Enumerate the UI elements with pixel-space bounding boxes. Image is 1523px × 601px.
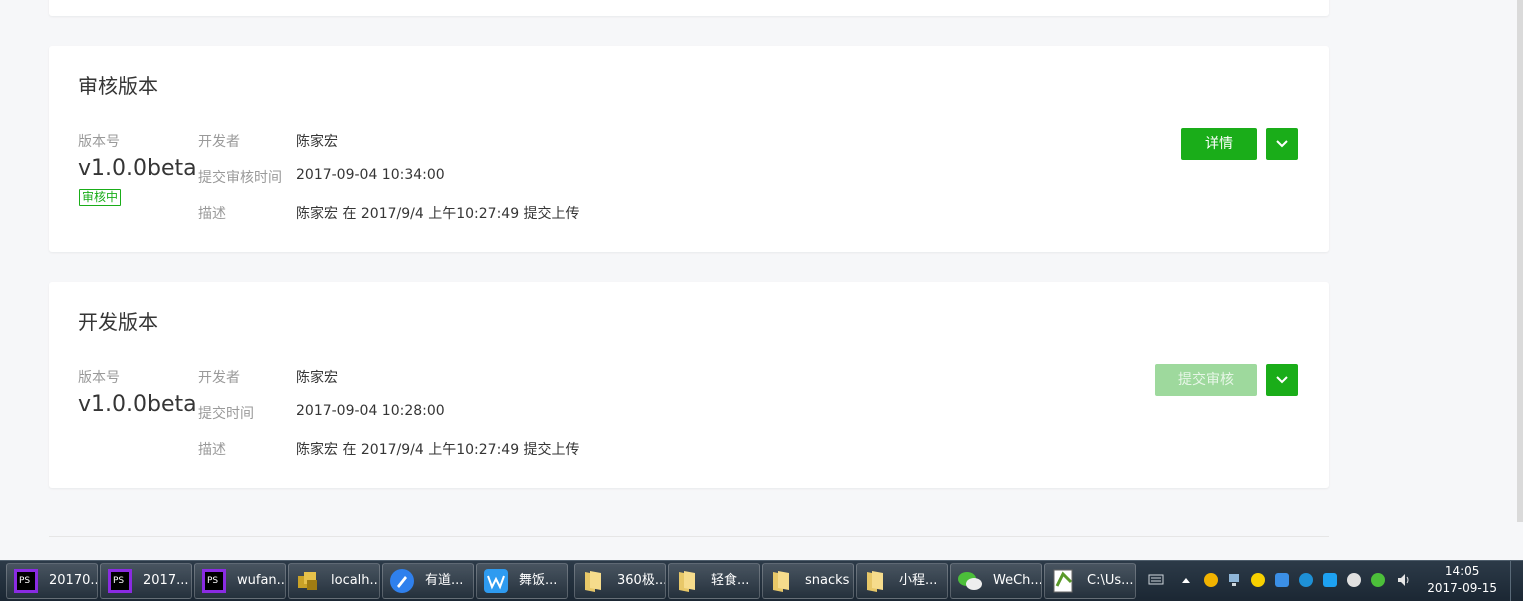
submit-time-value: 2017-09-04 10:28:00 bbox=[296, 403, 445, 419]
developer-value: 陈家宏 bbox=[296, 134, 338, 150]
folder-icon bbox=[867, 571, 883, 592]
wechat-icon[interactable] bbox=[1347, 573, 1361, 587]
svg-text:PS: PS bbox=[19, 576, 30, 586]
taskbar-item[interactable]: 有道... bbox=[382, 563, 474, 599]
tray-app-icon[interactable] bbox=[1299, 573, 1313, 587]
phpstorm-icon: PS bbox=[108, 569, 132, 593]
developer-value: 陈家宏 bbox=[296, 370, 338, 386]
wechat-icon bbox=[958, 572, 982, 590]
taskbar-item[interactable]: WeCh... bbox=[950, 563, 1042, 599]
chevron-down-icon bbox=[1276, 376, 1288, 384]
taskbar-clock[interactable]: 14:05 2017-09-15 bbox=[1427, 563, 1497, 597]
tray-app-icon[interactable] bbox=[1275, 573, 1289, 587]
dev-version-card: 开发版本 版本号 v1.0.0beta 开发者 陈家宏 提交时间 2017-09… bbox=[49, 282, 1329, 488]
taskbar-item[interactable]: snacks bbox=[762, 563, 854, 599]
review-version-title: 审核版本 bbox=[78, 74, 158, 98]
review-more-dropdown-button[interactable] bbox=[1266, 128, 1298, 160]
taskbar-item[interactable]: C:\Us... bbox=[1044, 563, 1136, 599]
submit-review-button[interactable]: 提交审核 bbox=[1155, 364, 1257, 396]
svg-text:PS: PS bbox=[207, 576, 218, 586]
clock-time: 14:05 bbox=[1444, 564, 1480, 578]
tray-app-icon[interactable] bbox=[1204, 573, 1218, 587]
section-divider bbox=[49, 536, 1329, 537]
wechat-icon[interactable] bbox=[1371, 573, 1385, 587]
tray-expand-icon[interactable] bbox=[1181, 576, 1191, 584]
network-icon[interactable] bbox=[1227, 572, 1243, 588]
clock-date: 2017-09-15 bbox=[1427, 581, 1497, 595]
volume-icon[interactable] bbox=[1396, 572, 1412, 588]
tray-app-icon[interactable] bbox=[1323, 573, 1337, 587]
version-number: v1.0.0beta bbox=[78, 156, 197, 181]
review-version-card: 审核版本 版本号 v1.0.0beta 审核中 开发者 陈家宏 提交审核时间 2… bbox=[49, 46, 1329, 252]
taskbar-item[interactable]: 360极... bbox=[574, 563, 666, 599]
taskbar-item[interactable]: PS 2017... bbox=[100, 563, 192, 599]
notepad-plus-icon bbox=[1053, 569, 1073, 593]
description-label: 描述 bbox=[198, 442, 226, 458]
chevron-down-icon bbox=[1276, 140, 1288, 148]
svg-text:PS: PS bbox=[113, 576, 124, 586]
developer-label: 开发者 bbox=[198, 370, 240, 386]
folder-icon bbox=[585, 571, 601, 592]
show-desktop-button[interactable] bbox=[1510, 561, 1523, 601]
submit-time-label: 提交时间 bbox=[198, 406, 254, 422]
scrollbar-thumb[interactable] bbox=[1517, 0, 1523, 522]
version-label: 版本号 bbox=[78, 370, 120, 386]
navicat-icon bbox=[298, 572, 317, 590]
tray-app-icon[interactable] bbox=[1251, 573, 1265, 587]
taskbar-item[interactable]: 轻食... bbox=[668, 563, 760, 599]
previous-card bbox=[49, 0, 1329, 16]
submit-time-label: 提交审核时间 bbox=[198, 170, 282, 186]
version-label: 版本号 bbox=[78, 134, 120, 150]
status-badge: 审核中 bbox=[79, 189, 122, 206]
taskbar: PS 20170... PS 2017... PS wufan... local… bbox=[0, 560, 1523, 601]
dev-more-dropdown-button[interactable] bbox=[1266, 364, 1298, 396]
taskbar-item[interactable]: PS 20170... bbox=[6, 563, 98, 599]
taskbar-item[interactable]: 舞饭... bbox=[476, 563, 568, 599]
folder-icon bbox=[773, 571, 789, 592]
phpstorm-icon: PS bbox=[202, 569, 226, 593]
submit-time-value: 2017-09-04 10:34:00 bbox=[296, 167, 445, 183]
taskbar-item[interactable]: localh... bbox=[288, 563, 380, 599]
wps-icon bbox=[484, 569, 508, 593]
description-value: 陈家宏 在 2017/9/4 上午10:27:49 提交上传 bbox=[296, 206, 580, 222]
keyboard-icon[interactable] bbox=[1148, 573, 1164, 587]
phpstorm-icon: PS bbox=[14, 569, 38, 593]
dev-version-title: 开发版本 bbox=[78, 310, 158, 334]
folder-icon bbox=[679, 571, 695, 592]
description-label: 描述 bbox=[198, 206, 226, 222]
taskbar-item[interactable]: 小程... bbox=[856, 563, 948, 599]
version-number: v1.0.0beta bbox=[78, 392, 197, 417]
developer-label: 开发者 bbox=[198, 134, 240, 150]
youdao-note-icon bbox=[390, 569, 414, 593]
taskbar-item[interactable]: PS wufan... bbox=[194, 563, 286, 599]
scrollbar-track[interactable] bbox=[1517, 0, 1523, 522]
details-button[interactable]: 详情 bbox=[1181, 128, 1257, 160]
description-value: 陈家宏 在 2017/9/4 上午10:27:49 提交上传 bbox=[296, 442, 580, 458]
